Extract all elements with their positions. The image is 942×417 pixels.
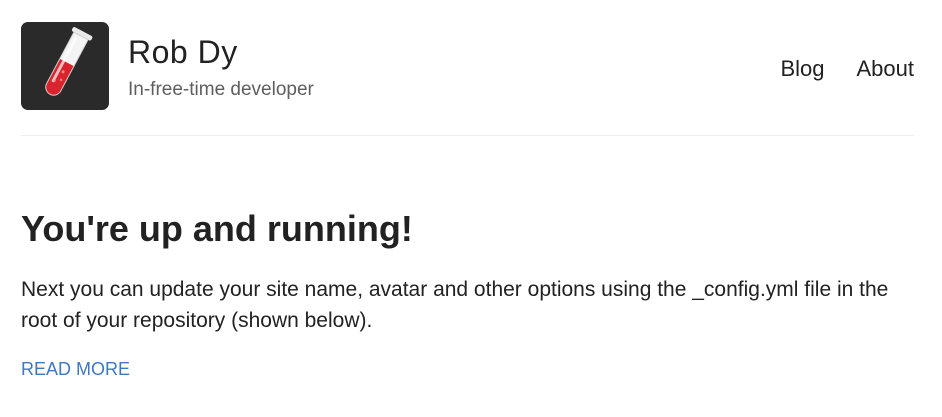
read-more-link[interactable]: READ MORE bbox=[21, 358, 130, 380]
site-info: Rob Dy In-free-time developer bbox=[128, 22, 314, 101]
masthead: Rob Dy In-free-time developer Blog About bbox=[21, 0, 914, 136]
site-description: In-free-time developer bbox=[128, 79, 314, 100]
nav-link-blog[interactable]: Blog bbox=[780, 56, 824, 82]
nav-link-about[interactable]: About bbox=[857, 56, 915, 82]
site-name-link[interactable]: Rob Dy bbox=[128, 34, 238, 70]
post-excerpt: Next you can update your site name, avat… bbox=[21, 278, 889, 332]
post-title[interactable]: You're up and running! bbox=[21, 208, 914, 250]
site-avatar[interactable] bbox=[21, 22, 109, 110]
main-nav: Blog About bbox=[780, 22, 914, 82]
test-tube-icon bbox=[45, 27, 93, 96]
post: You're up and running! Next you can upda… bbox=[21, 136, 914, 380]
page: Rob Dy In-free-time developer Blog About… bbox=[0, 0, 942, 417]
